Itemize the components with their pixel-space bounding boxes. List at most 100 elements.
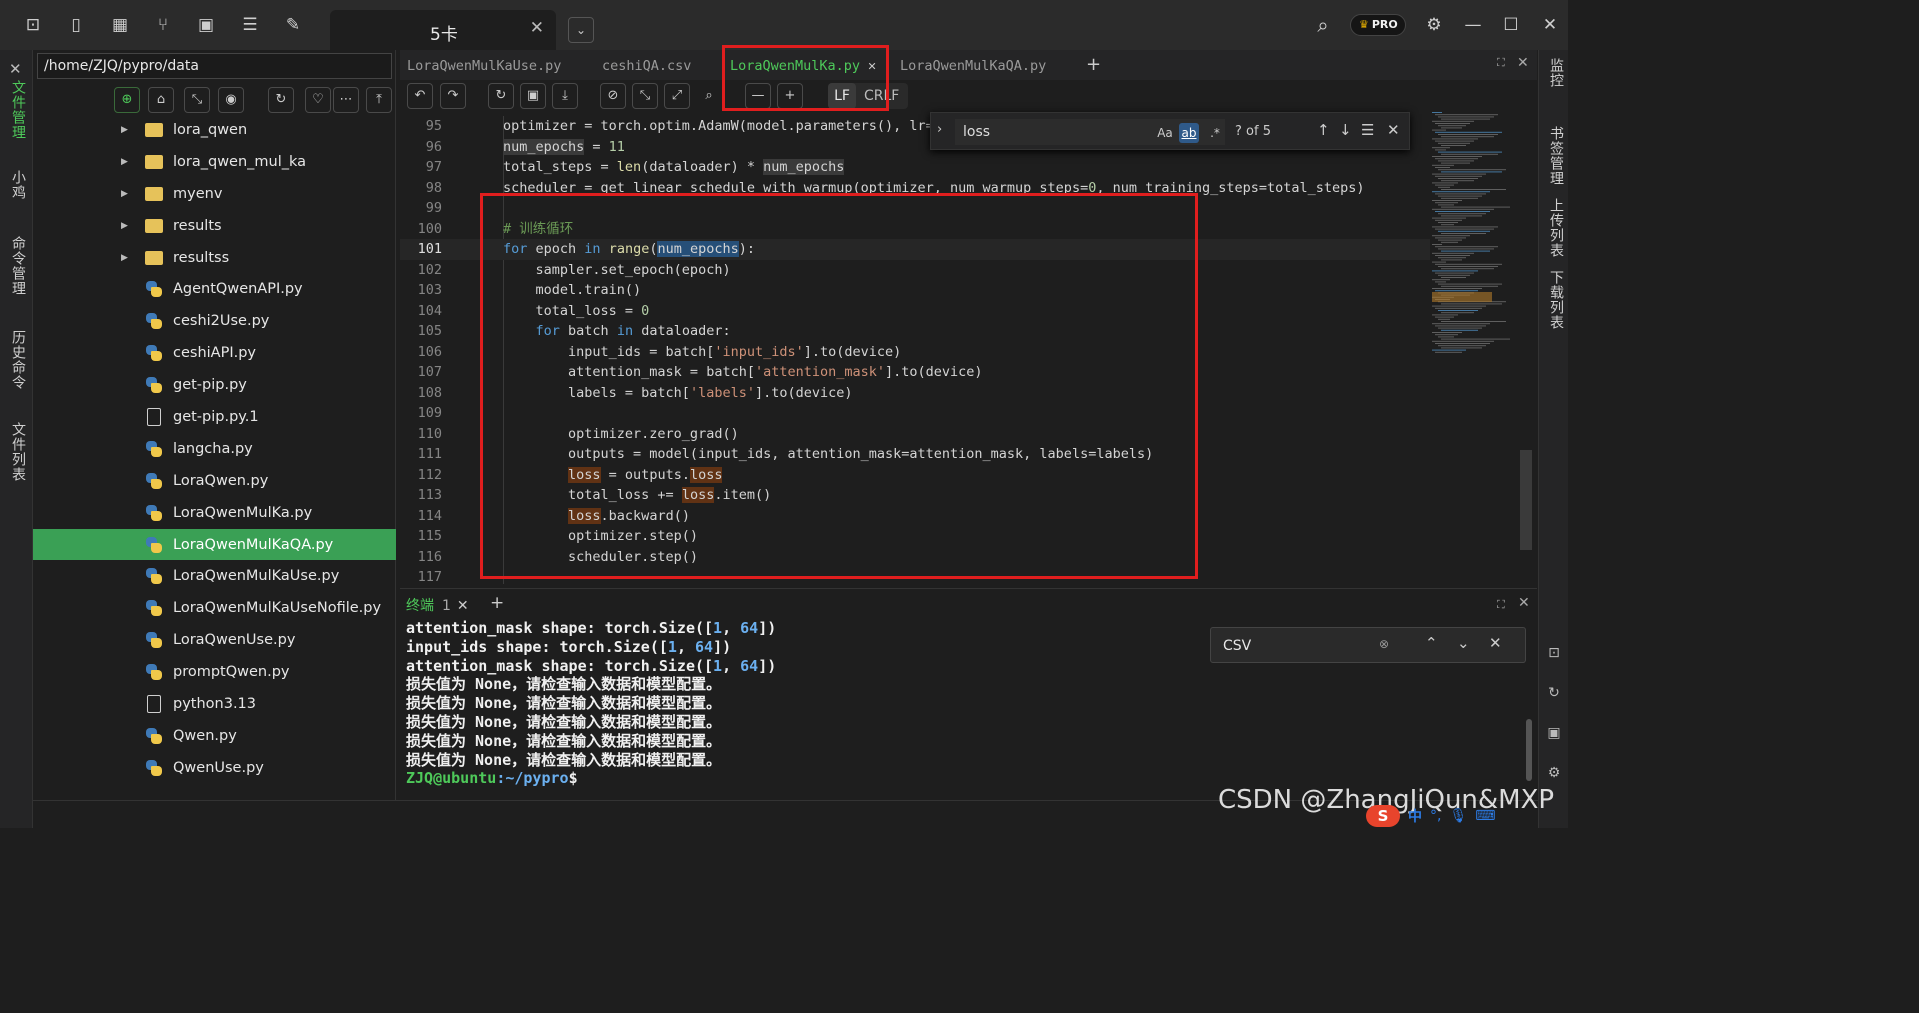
find-in-selection-icon[interactable]: ☰	[1361, 121, 1374, 139]
match-case-toggle[interactable]: Aa	[1155, 123, 1175, 143]
rail-history-commands[interactable]: 历史命令	[8, 330, 28, 390]
search-icon[interactable]: ⌕	[1310, 12, 1336, 38]
tab-ceshiqa-csv[interactable]: ceshiQA.csv	[602, 50, 691, 80]
wrench-icon[interactable]: ✎	[280, 12, 306, 38]
rail-file-manager[interactable]: 文件管理	[8, 80, 28, 140]
add-terminal-icon[interactable]: +	[490, 593, 504, 613]
arrow-up-icon[interactable]: ↑	[1317, 121, 1330, 139]
upload-icon[interactable]: ⤒	[366, 87, 392, 113]
whole-word-toggle[interactable]: ab	[1179, 123, 1199, 143]
microphone-icon[interactable]: 🎙	[1449, 808, 1467, 824]
rail-download-list[interactable]: 下载列表	[1546, 270, 1566, 330]
gear-icon[interactable]: ⚙	[1421, 12, 1447, 38]
gear-icon[interactable]: ⚙	[1545, 764, 1563, 782]
tab-loraqwenmulkaqa[interactable]: LoraQwenMulKaQA.py	[900, 50, 1046, 80]
branch-icon[interactable]: ⑂	[150, 12, 176, 38]
tree-file[interactable]: LoraQwenMulKaQA.py	[33, 528, 396, 561]
compass-icon[interactable]: ⊘	[600, 83, 626, 109]
rail-bookmarks[interactable]: 书签管理	[1546, 126, 1566, 186]
tree-file[interactable]: QwenUse.py	[33, 752, 396, 784]
file-icon[interactable]: ▯	[63, 12, 89, 38]
save-icon[interactable]: ▣	[520, 83, 546, 109]
close-icon[interactable]: ✕	[1518, 595, 1530, 611]
tree-file[interactable]: LoraQwenMulKaUseNofile.py	[33, 592, 396, 624]
terminal-tab[interactable]: 终端 1 ✕	[406, 595, 469, 615]
redo-icon[interactable]: ↷	[440, 83, 466, 109]
maximize-icon[interactable]: ⛶	[1497, 56, 1505, 70]
home-icon[interactable]: ⌂	[148, 87, 174, 113]
reload-icon[interactable]: ↻	[488, 83, 514, 109]
tree-file[interactable]: ceshi2Use.py	[33, 305, 396, 337]
tree-file[interactable]: AgentQwenAPI.py	[33, 273, 396, 305]
close-window-icon[interactable]: ✕	[1537, 12, 1563, 38]
download-icon[interactable]: ⤓	[552, 83, 578, 109]
terminal-scrollbar[interactable]	[1526, 719, 1532, 781]
ime-language[interactable]: 中	[1408, 806, 1422, 826]
save-icon[interactable]: ▣	[1545, 724, 1563, 742]
locate-icon[interactable]: ⊕	[114, 87, 140, 113]
tree-file[interactable]: get-pip.py.1	[33, 401, 396, 433]
session-tab[interactable]: 5卡 ✕	[330, 10, 556, 52]
minimap[interactable]	[1430, 110, 1530, 584]
minimize-icon[interactable]: —	[1460, 12, 1486, 38]
add-tab-icon[interactable]: +	[1086, 54, 1101, 75]
rail-chicken[interactable]: 小鸡	[8, 170, 28, 200]
maximize-icon[interactable]: ⛶	[1497, 598, 1505, 612]
arrow-down-icon[interactable]: ↓	[1339, 121, 1352, 139]
tree-file[interactable]: ceshiAPI.py	[33, 337, 396, 369]
rail-upload-list[interactable]: 上传列表	[1546, 198, 1566, 258]
tree-folder[interactable]: ▶ myenv	[33, 178, 396, 210]
keyboard-icon[interactable]: ⌨	[1475, 808, 1495, 824]
search-icon[interactable]: ⌕	[696, 83, 722, 109]
chevron-up-icon[interactable]: ⌃	[1425, 634, 1438, 652]
tab-loraqwenmulkause[interactable]: LoraQwenMulKaUse.py	[407, 50, 561, 80]
collapse-icon[interactable]: ⤡	[184, 87, 210, 113]
maximize-icon[interactable]: ☐	[1498, 12, 1524, 38]
tree-file[interactable]: python3.13	[33, 688, 396, 720]
close-icon[interactable]: ✕	[1387, 121, 1400, 139]
list-icon[interactable]: ☰	[237, 12, 263, 38]
tree-file[interactable]: promptQwen.py	[33, 656, 396, 688]
rail-file-list[interactable]: 文件列表	[8, 422, 28, 482]
layout-icon[interactable]: ▦	[107, 12, 133, 38]
rail-command-manager[interactable]: 命令管理	[8, 236, 28, 296]
close-icon[interactable]: ✕	[1517, 55, 1529, 71]
collapse-icon[interactable]: ⤡	[632, 83, 658, 109]
pro-badge[interactable]: ♛ PRO	[1350, 14, 1406, 36]
refresh-icon[interactable]: ↻	[1545, 684, 1563, 702]
close-icon[interactable]: ✕	[530, 18, 544, 38]
chevron-right-icon[interactable]: ▶	[121, 157, 139, 167]
tree-file[interactable]: LoraQwenMulKa.py	[33, 497, 396, 529]
close-icon[interactable]: ✕	[1489, 634, 1502, 652]
chevron-right-icon[interactable]: ▶	[121, 189, 139, 199]
clear-icon[interactable]: ⊗	[1379, 637, 1389, 651]
chevron-right-icon[interactable]: ›	[937, 122, 942, 137]
eye-icon[interactable]: ◉	[218, 87, 244, 113]
close-icon[interactable]: ✕	[457, 598, 469, 614]
tree-folder[interactable]: ▶ resultss	[33, 242, 396, 274]
heart-icon[interactable]: ♡	[305, 87, 331, 113]
rail-monitor[interactable]: 监控	[1546, 58, 1566, 88]
undo-icon[interactable]: ↶	[407, 83, 433, 109]
punctuation-icon[interactable]: °,	[1430, 808, 1441, 824]
chevron-right-icon[interactable]: ▶	[121, 125, 139, 135]
chevron-right-icon[interactable]: ▶	[121, 221, 139, 231]
tree-file[interactable]: LoraQwenMulKaUse.py	[33, 560, 396, 592]
refresh-icon[interactable]: ↻	[268, 87, 294, 113]
console-icon[interactable]: ▣	[193, 12, 219, 38]
regex-toggle[interactable]: .*	[1205, 123, 1225, 143]
terminal-icon[interactable]: ⊡	[1545, 644, 1563, 662]
expand-icon[interactable]: ⤢	[664, 83, 690, 109]
code-line[interactable]: 97 total_steps = len(dataloader) * num_ep…	[400, 157, 1430, 178]
chevron-down-icon[interactable]: ⌄	[568, 17, 594, 43]
tree-folder[interactable]: ▶ results	[33, 210, 396, 242]
terminal-icon[interactable]: ⊡	[20, 12, 46, 38]
tree-file[interactable]: langcha.py	[33, 433, 396, 465]
terminal-find-input[interactable]	[1217, 633, 1397, 659]
tree-folder[interactable]: ▶ lora_qwen	[33, 114, 396, 146]
tree-file[interactable]: get-pip.py	[33, 369, 396, 401]
tree-file[interactable]: Qwen.py	[33, 720, 396, 752]
close-icon[interactable]: ✕	[9, 60, 22, 78]
more-icon[interactable]: ⋯	[333, 87, 359, 113]
tree-folder[interactable]: ▶ lora_qwen_mul_ka	[33, 146, 396, 178]
